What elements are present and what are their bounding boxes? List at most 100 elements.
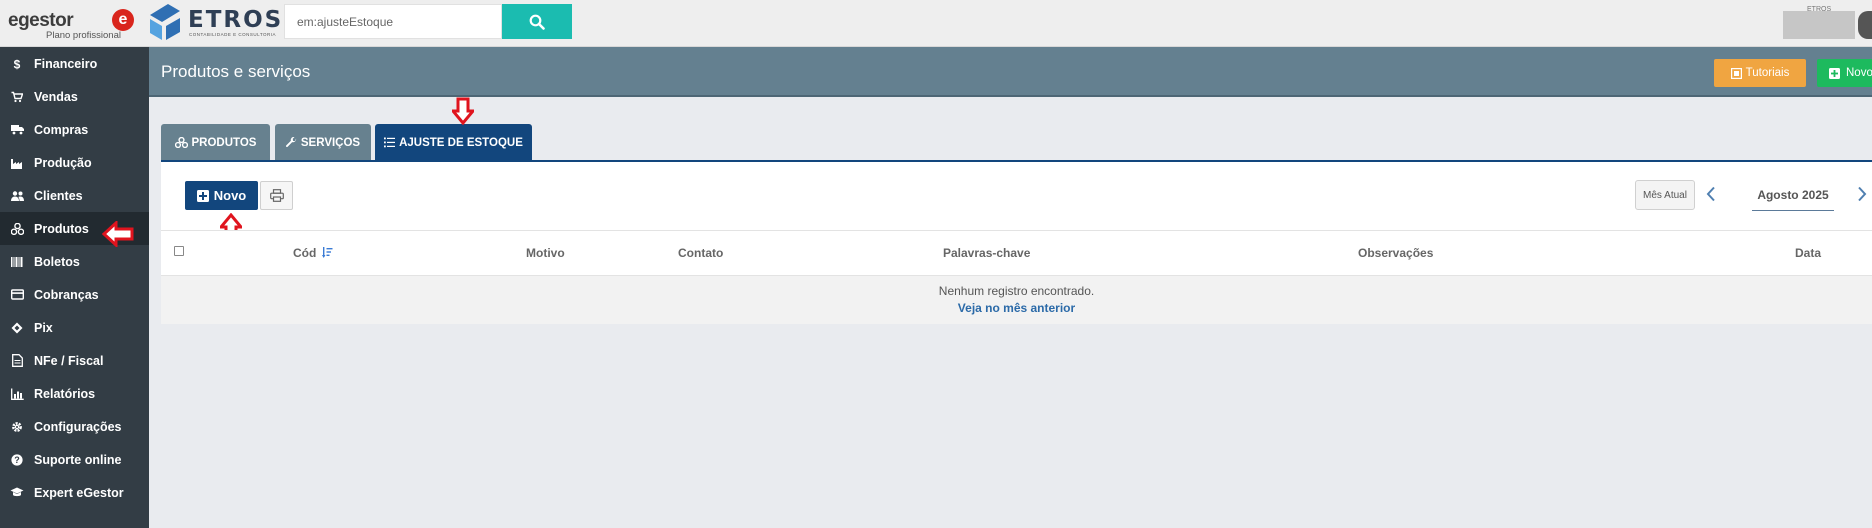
tab-label: SERVIÇOS [300, 136, 361, 149]
sidebar-item-vendas[interactable]: Vendas [0, 80, 149, 113]
sidebar-item-expert-egestor[interactable]: Expert eGestor [0, 476, 149, 509]
sidebar-item-relatorios[interactable]: Relatórios [0, 377, 149, 410]
barcode-icon [9, 256, 25, 268]
partner-logo-sub: CONTABILIDADE E CONSULTORIA [189, 32, 277, 37]
sidebar-item-label: Produtos [34, 221, 89, 236]
sidebar-item-pix[interactable]: Pix [0, 311, 149, 344]
page-header: Produtos e serviços [149, 47, 1872, 97]
column-header-palavras-chave[interactable]: Palavras-chave [943, 246, 1030, 260]
truck-icon [9, 124, 25, 135]
wrench-icon [285, 137, 296, 147]
cubes-icon [174, 137, 188, 148]
chevron-left-icon[interactable] [1706, 186, 1716, 202]
sidebar-item-boletos[interactable]: Boletos [0, 245, 149, 278]
column-header-cod[interactable]: Cód [293, 246, 333, 260]
select-all-checkbox[interactable] [174, 246, 184, 256]
user-menu-icon[interactable] [1858, 11, 1872, 39]
table-header: Cód Motivo Contato Palavras-chave Observ… [161, 230, 1872, 276]
search-icon [529, 14, 545, 30]
sidebar-item-label: Compras [34, 122, 89, 137]
dollar-icon: $ [9, 58, 25, 70]
users-icon [9, 190, 25, 202]
column-header-data[interactable]: Data [1795, 246, 1821, 260]
sidebar-item-label: Relatórios [34, 386, 96, 401]
sidebar-item-label: Clientes [34, 188, 83, 203]
sidebar-item-configuracoes[interactable]: Configurações [0, 410, 149, 443]
column-header-contato[interactable]: Contato [678, 246, 723, 260]
pix-icon [9, 322, 25, 334]
month-selector[interactable]: Agosto 2025 [1752, 180, 1834, 211]
sidebar-item-label: Cobranças [34, 287, 99, 302]
chevron-right-icon[interactable] [1857, 186, 1867, 202]
column-header-observacoes[interactable]: Observações [1358, 246, 1433, 260]
top-bar: egestor e Plano profissional ETROS CONTA… [0, 0, 1872, 47]
header-novo-label: Novo [1846, 67, 1872, 79]
egestor-logo[interactable]: egestor e Plano profissional [8, 6, 134, 42]
search-button[interactable] [502, 4, 572, 39]
partner-logo: ETROS CONTABILIDADE E CONSULTORIA [146, 2, 281, 42]
plus-square-icon [196, 189, 209, 202]
sidebar-item-cobrancas[interactable]: Cobranças [0, 278, 149, 311]
film-icon [1730, 67, 1742, 79]
header-novo-button[interactable]: Novo [1817, 59, 1872, 87]
user-avatar-placeholder[interactable] [1783, 11, 1855, 39]
tutoriais-button[interactable]: Tutoriais [1714, 59, 1806, 87]
sidebar-item-financeiro[interactable]: $ Financeiro [0, 47, 149, 80]
sidebar-item-label: Pix [34, 320, 53, 335]
tutoriais-label: Tutoriais [1745, 67, 1790, 79]
novo-button[interactable]: Novo [185, 181, 258, 210]
sort-icon [321, 247, 333, 258]
tab-servicos[interactable]: SERVIÇOS [275, 124, 371, 161]
sidebar: $ Financeiro Vendas Compras Produção Cli… [0, 47, 149, 528]
sidebar-item-label: NFe / Fiscal [34, 353, 104, 368]
mes-atual-label: Mês Atual [1643, 189, 1687, 201]
print-icon [269, 189, 284, 202]
question-icon: ? [9, 453, 25, 466]
novo-label: Novo [213, 188, 247, 203]
mes-atual-button[interactable]: Mês Atual [1635, 180, 1695, 210]
sidebar-item-label: Financeiro [34, 56, 98, 71]
sidebar-item-label: Produção [34, 155, 92, 170]
plus-square-icon [1829, 67, 1840, 79]
industry-icon [9, 157, 25, 169]
tab-label: AJUSTE DE ESTOQUE [399, 136, 523, 149]
column-header-motivo[interactable]: Motivo [526, 246, 565, 260]
svg-text:$: $ [14, 58, 21, 70]
previous-month-link[interactable]: Veja no mês anterior [161, 301, 1872, 315]
partner-logo-mark-icon [150, 4, 180, 40]
month-label: Agosto 2025 [1757, 188, 1829, 202]
column-header-label: Cód [293, 246, 317, 260]
sidebar-item-label: Expert eGestor [34, 485, 124, 500]
plan-label: Plano profissional [46, 30, 121, 41]
tab-label: PRODUTOS [191, 136, 257, 149]
cubes-icon [9, 222, 25, 235]
print-button[interactable] [260, 181, 293, 210]
document-icon [9, 354, 25, 367]
sidebar-item-label: Configurações [34, 419, 122, 434]
card-icon [9, 289, 25, 300]
sidebar-item-nfe-fiscal[interactable]: NFe / Fiscal [0, 344, 149, 377]
page-title: Produtos e serviços [161, 62, 311, 81]
user-avatar-text: ETROS [1807, 6, 1832, 13]
graduation-cap-icon [9, 487, 25, 498]
search-input[interactable] [285, 5, 501, 38]
svg-text:?: ? [14, 455, 20, 465]
search-field[interactable] [284, 4, 502, 39]
tab-ajuste-de-estoque[interactable]: AJUSTE DE ESTOQUE [375, 124, 532, 161]
chart-icon [9, 388, 25, 400]
annotation-arrow-left-icon [102, 221, 134, 247]
cart-icon [9, 91, 25, 103]
sidebar-item-producao[interactable]: Produção [0, 146, 149, 179]
logo-word: egestor [8, 10, 74, 31]
list-icon [384, 137, 396, 148]
sidebar-item-suporte-online[interactable]: ? Suporte online [0, 443, 149, 476]
partner-logo-word: ETROS [188, 7, 284, 33]
empty-message: Nenhum registro encontrado. [938, 284, 1095, 298]
tab-produtos[interactable]: PRODUTOS [161, 124, 270, 161]
gear-icon [9, 421, 25, 433]
annotation-arrow-down-icon [452, 97, 474, 125]
empty-state-row: Nenhum registro encontrado. Veja no mês … [161, 276, 1872, 324]
sidebar-item-label: Boletos [34, 254, 80, 269]
sidebar-item-clientes[interactable]: Clientes [0, 179, 149, 212]
sidebar-item-compras[interactable]: Compras [0, 113, 149, 146]
